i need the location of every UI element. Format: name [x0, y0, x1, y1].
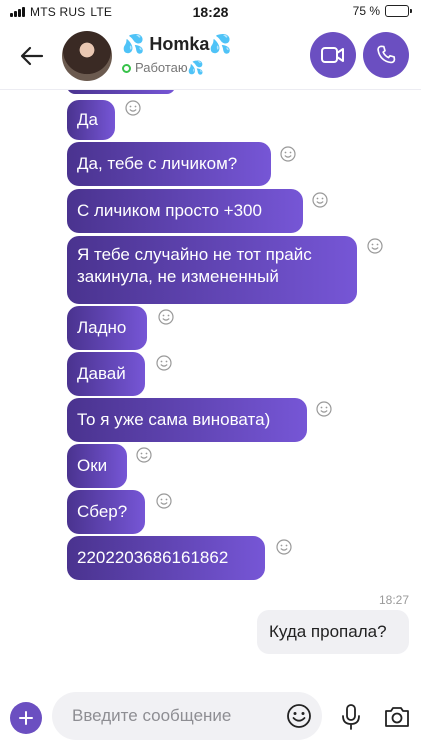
- message-bubble[interactable]: Давай: [67, 352, 145, 396]
- message-text: Да, тебе с личиком?: [77, 154, 238, 173]
- message-text: Оки: [77, 456, 108, 475]
- battery-icon: [385, 5, 412, 17]
- message-bubble[interactable]: Оки: [67, 444, 127, 488]
- message-list[interactable]: Да Да, тебе с личиком? С личиком просто …: [0, 90, 421, 680]
- message-text: Сбер?: [77, 502, 128, 521]
- video-camera-icon: [321, 47, 344, 63]
- contact-status: Работаю💦: [122, 60, 204, 76]
- message-text: Давай: [77, 364, 126, 383]
- message-bubble[interactable]: С личиком просто +300: [67, 189, 303, 233]
- message-input[interactable]: [72, 692, 272, 740]
- microphone-icon[interactable]: [338, 703, 364, 731]
- reaction-smiley-icon[interactable]: [136, 447, 152, 463]
- arrow-left-icon: [20, 46, 44, 66]
- status-right: 75 %: [352, 4, 412, 18]
- reaction-smiley-icon[interactable]: [158, 309, 174, 325]
- smiley-icon[interactable]: [286, 703, 312, 729]
- message-text: Куда пропала?: [269, 622, 387, 641]
- reaction-smiley-icon[interactable]: [312, 192, 328, 208]
- video-call-button[interactable]: [310, 32, 356, 78]
- message-text: С личиком просто +300: [77, 201, 262, 220]
- message-bubble[interactable]: Сбер?: [67, 490, 145, 534]
- contact-name[interactable]: 💦 Homka💦: [122, 34, 232, 55]
- battery-percent: 75 %: [352, 4, 380, 18]
- reaction-smiley-icon[interactable]: [280, 146, 296, 162]
- message-text: Да: [77, 110, 98, 129]
- attach-button[interactable]: [10, 702, 42, 734]
- outgoing-message-bubble[interactable]: Куда пропала?: [257, 610, 409, 654]
- message-bubble[interactable]: 2202203686161862: [67, 536, 265, 580]
- voice-call-button[interactable]: [363, 32, 409, 78]
- reaction-smiley-icon[interactable]: [156, 355, 172, 371]
- reaction-smiley-icon[interactable]: [156, 493, 172, 509]
- message-time: 18:27: [378, 593, 409, 607]
- message-text: 2202203686161862: [77, 548, 229, 567]
- message-text: Ладно: [77, 318, 127, 337]
- message-input-wrapper: [52, 692, 322, 740]
- message-bubble[interactable]: Да: [67, 100, 115, 140]
- online-status-icon: [122, 63, 131, 73]
- message-composer: [0, 680, 421, 750]
- reaction-smiley-icon[interactable]: [367, 238, 383, 254]
- message-bubble[interactable]: То я уже сама виновата): [67, 398, 307, 442]
- camera-icon[interactable]: [383, 704, 411, 730]
- message-bubble[interactable]: Я тебе случайно не тот прайс закинула, н…: [67, 236, 357, 304]
- reaction-smiley-icon[interactable]: [316, 401, 332, 417]
- avatar[interactable]: [62, 31, 112, 81]
- chat-header: 💦 Homka💦 Работаю💦: [0, 24, 421, 90]
- message-bubble[interactable]: Ладно: [67, 306, 147, 350]
- plus-icon: [19, 711, 33, 725]
- reaction-smiley-icon[interactable]: [276, 539, 292, 555]
- status-bar: MTS RUS LTE 18:28 75 %: [0, 0, 421, 24]
- message-bubble[interactable]: Да, тебе с личиком?: [67, 142, 271, 186]
- back-button[interactable]: [14, 38, 50, 74]
- phone-icon: [377, 45, 396, 64]
- contact-status-text: Работаю💦: [135, 60, 204, 75]
- reaction-smiley-icon[interactable]: [125, 100, 141, 116]
- message-bubble-partial: [67, 90, 175, 94]
- message-text: Я тебе случайно не тот прайс закинула, н…: [77, 245, 312, 286]
- message-text: То я уже сама виновата): [77, 410, 271, 429]
